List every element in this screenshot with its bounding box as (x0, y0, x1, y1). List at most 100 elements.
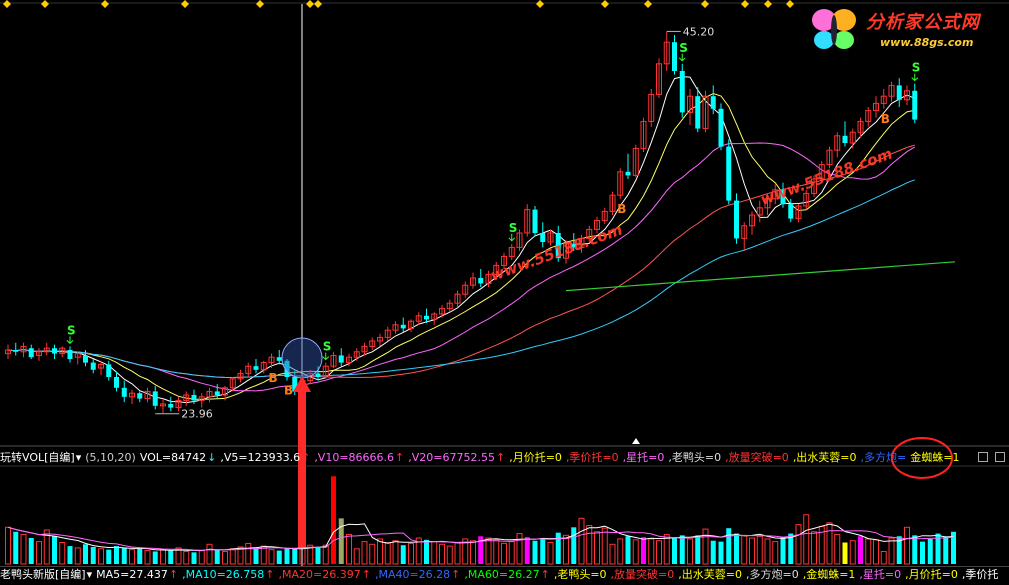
footer-item: ,放量突破=0 (611, 568, 675, 581)
candle-down (718, 108, 724, 147)
marker-diamond (536, 0, 544, 8)
sell-signal: S (323, 340, 332, 354)
marker-diamond (256, 0, 264, 8)
candlestick-chart: BBBBSSSSS 45.2023.96 (0, 0, 1009, 566)
volume-panel (5, 476, 956, 565)
volume-bar (67, 546, 73, 564)
indicator-item-text: ,放量突破=0 (725, 451, 789, 464)
volume-bar (803, 514, 810, 565)
candle-down (842, 135, 848, 143)
candle-down (90, 362, 96, 370)
trend-arrow-icon: ↑ (496, 451, 506, 464)
indicator-item-text: ,V5=123933.6 (220, 451, 301, 464)
volume-bar (152, 551, 158, 564)
volume-bar (772, 541, 779, 565)
volume-bar (547, 542, 554, 565)
volume-bar (384, 542, 391, 565)
volume-bar (338, 518, 344, 564)
volume-bar (741, 534, 748, 565)
sell-arrow (911, 73, 919, 82)
sell-arrow (66, 336, 74, 345)
dropdown-icon[interactable]: ▾ (76, 451, 82, 464)
volume-bar (20, 533, 27, 565)
volume-bar (470, 540, 476, 565)
volume-bar (672, 537, 677, 564)
footer-item-text: ,多方炮=0 (745, 568, 799, 581)
close-icon[interactable] (995, 452, 1005, 462)
volume-bar (555, 532, 561, 564)
footer-item-text: ,季价托 (961, 568, 999, 581)
volume-bar (90, 546, 96, 564)
sell-arrow (322, 352, 330, 361)
indicator-item: ,老鸭头=0 (668, 451, 721, 464)
ma20-line (7, 142, 916, 392)
volume-bar (920, 541, 925, 564)
volume-bar (888, 537, 895, 565)
indicator-item: VOL=84742↓ (140, 451, 217, 464)
volume-bar (114, 546, 119, 564)
footer-item-text: ,月价托=0 (905, 568, 958, 581)
dropdown-icon[interactable]: ▾ (87, 568, 93, 581)
volume-bar (446, 545, 453, 565)
footer-item-text: 老鸭头新版[自编] (0, 568, 86, 581)
moving-average-lines (7, 76, 956, 404)
indicator-item: ,月价托=0 (509, 451, 562, 464)
candle-down (191, 395, 197, 401)
indicator-item-text: VOL=84742 (139, 451, 207, 464)
indicator-item: ,V10=86666.6↑ (314, 451, 404, 464)
volume-bar (726, 528, 732, 564)
trend-arrow-icon: ↑ (451, 568, 461, 581)
volume-bar (198, 550, 205, 565)
volume-bar (59, 542, 66, 565)
indicator-item: ,多方炮= (861, 451, 907, 464)
volume-bar (927, 538, 933, 564)
volume-bar (322, 544, 329, 565)
volume-bar (609, 543, 616, 565)
logo-title: 分析家公式网 (866, 12, 980, 33)
volume-bar (656, 540, 662, 565)
volume-bar (183, 550, 190, 565)
marker-diamond (101, 0, 109, 8)
indicator-item: ,放量突破=0 (725, 451, 789, 464)
trend-arrow-icon: ↑ (168, 568, 179, 581)
trend-arrow-icon: ↓ (207, 451, 217, 464)
indicator-item-text: ,月价托=0 (509, 451, 562, 464)
indicator-item-text: ,V20=67752.55 (408, 451, 495, 464)
candle-down (726, 146, 732, 201)
candle-down (114, 377, 119, 388)
candle-down (13, 350, 19, 352)
indicator-item-text: ,季价托=0 (565, 451, 619, 464)
candle-down (788, 204, 794, 219)
indicator-item-text: ,出水芙蓉=0 (792, 451, 857, 464)
footer-item-text: ,老鸭头=0 (553, 568, 607, 581)
footer-item: ,老鸭头=0 (554, 568, 607, 581)
volume-bar (834, 533, 841, 565)
highlight-circle (281, 337, 323, 379)
candle-down (152, 391, 158, 406)
volume-bar (106, 549, 112, 564)
marker-diamond (3, 0, 11, 8)
candle-down (532, 209, 538, 233)
volume-bar (764, 538, 771, 565)
footer-item: ,季价托 (962, 568, 999, 581)
volume-bar (516, 533, 523, 565)
footer-item[interactable]: 老鸭头新版[自编]▾ (0, 568, 92, 581)
volume-bar (361, 541, 368, 565)
volume-bar (749, 537, 755, 565)
restore-icon[interactable] (977, 452, 988, 462)
indicator-item[interactable]: 玩转VOL[自编]▾ (0, 451, 81, 464)
sell-arrow (678, 53, 686, 62)
volume-bar (811, 531, 817, 565)
volume-bar (695, 535, 701, 564)
indicator-item: ,出水芙蓉=0 (793, 451, 857, 464)
volume-bar (431, 541, 438, 565)
window-buttons (974, 452, 1005, 465)
chart-frame (0, 0, 1009, 566)
indicator-item-text: ,老鸭头=0 (668, 451, 722, 464)
volume-bar (229, 548, 236, 565)
indicator-item: ,V5=123933.6↑ (220, 451, 310, 464)
volume-bar (663, 533, 670, 565)
candle-down (679, 71, 685, 113)
candle-down (214, 391, 220, 395)
volume-bar (5, 526, 11, 565)
